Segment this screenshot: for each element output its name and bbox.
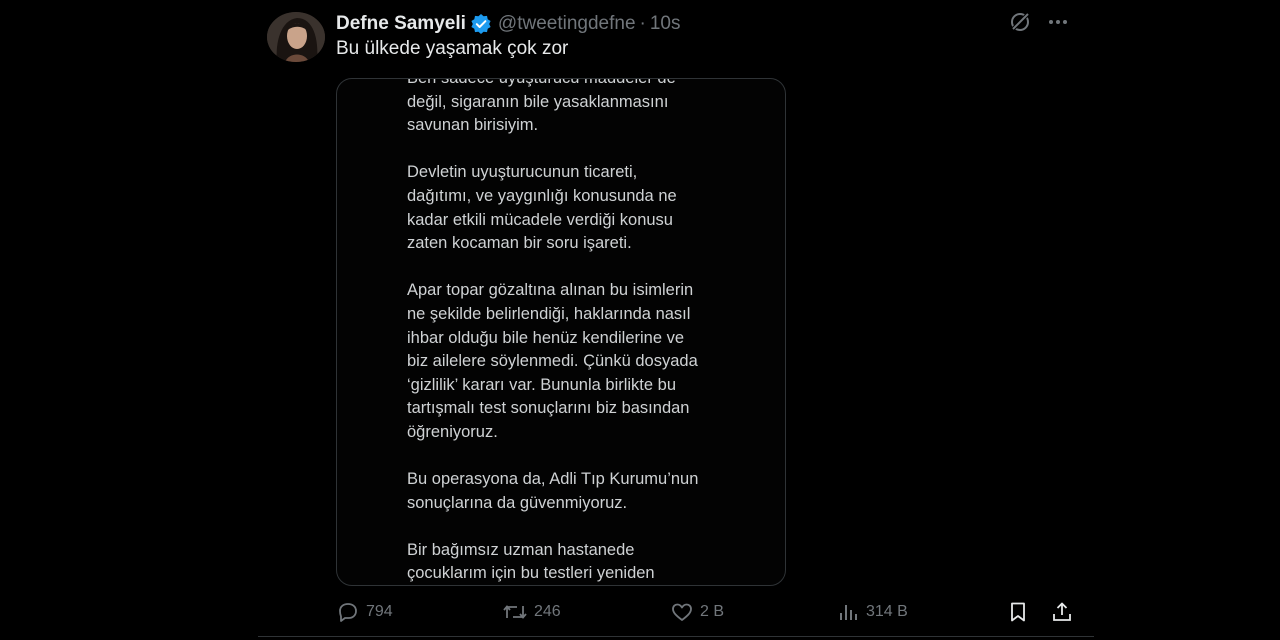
reply-count: 794 <box>366 603 393 620</box>
separator-dot: · <box>639 13 646 34</box>
media-paragraph: Apar topar gözaltına alınan bu isimlerin… <box>407 281 698 441</box>
media-paragraph: Devletin uyuşturucunun ticareti, dağıtım… <box>407 163 677 253</box>
analytics-icon <box>840 605 857 620</box>
verified-badge-icon <box>470 13 492 35</box>
tweet-text: Bu ülkede yaşamak çok zor <box>336 38 569 59</box>
like-button[interactable]: 2 B <box>670 598 724 626</box>
tweet[interactable]: Defne Samyeli @tweetingdefne · 10s Bu ül… <box>258 0 1094 640</box>
bookmark-button[interactable] <box>1006 598 1036 626</box>
retweet-icon <box>503 605 527 619</box>
heart-icon <box>672 603 692 621</box>
views-button[interactable]: 314 B <box>836 598 908 626</box>
share-button[interactable] <box>1050 598 1080 626</box>
reply-button[interactable]: 794 <box>336 598 393 626</box>
avatar[interactable] <box>267 12 325 62</box>
bookmark-icon <box>1011 602 1025 622</box>
retweet-button[interactable]: 246 <box>502 598 561 626</box>
media-text-block: Ben sadece uyuşturucu maddeler de değil,… <box>407 78 767 585</box>
retweet-count: 246 <box>534 603 561 620</box>
share-icon <box>1053 602 1071 621</box>
like-count: 2 B <box>700 603 725 620</box>
media-paragraph: Ben sadece uyuşturucu maddeler de değil,… <box>407 78 676 135</box>
media-paragraph: Bu operasyona da, Adli Tıp Kurumu’nun so… <box>407 470 699 512</box>
timestamp[interactable]: 10s <box>650 13 681 35</box>
more-options-icon[interactable] <box>1046 10 1070 34</box>
grok-icon[interactable] <box>1008 10 1032 34</box>
display-name[interactable]: Defne Samyeli <box>336 13 466 35</box>
tweet-media-image[interactable]: Ben sadece uyuşturucu maddeler de değil,… <box>336 78 786 586</box>
tweet-actions-bar: 794 246 2 B 314 B <box>336 598 1076 626</box>
header-actions <box>1008 10 1070 34</box>
reply-icon <box>339 603 357 622</box>
media-paragraph: Bir bağımsız uzman hastanede çocuklarım … <box>407 540 655 583</box>
handle[interactable]: @tweetingdefne <box>498 13 636 35</box>
tweet-header: Defne Samyeli @tweetingdefne · 10s <box>336 10 680 38</box>
views-count: 314 B <box>866 603 908 620</box>
divider <box>258 636 1094 637</box>
